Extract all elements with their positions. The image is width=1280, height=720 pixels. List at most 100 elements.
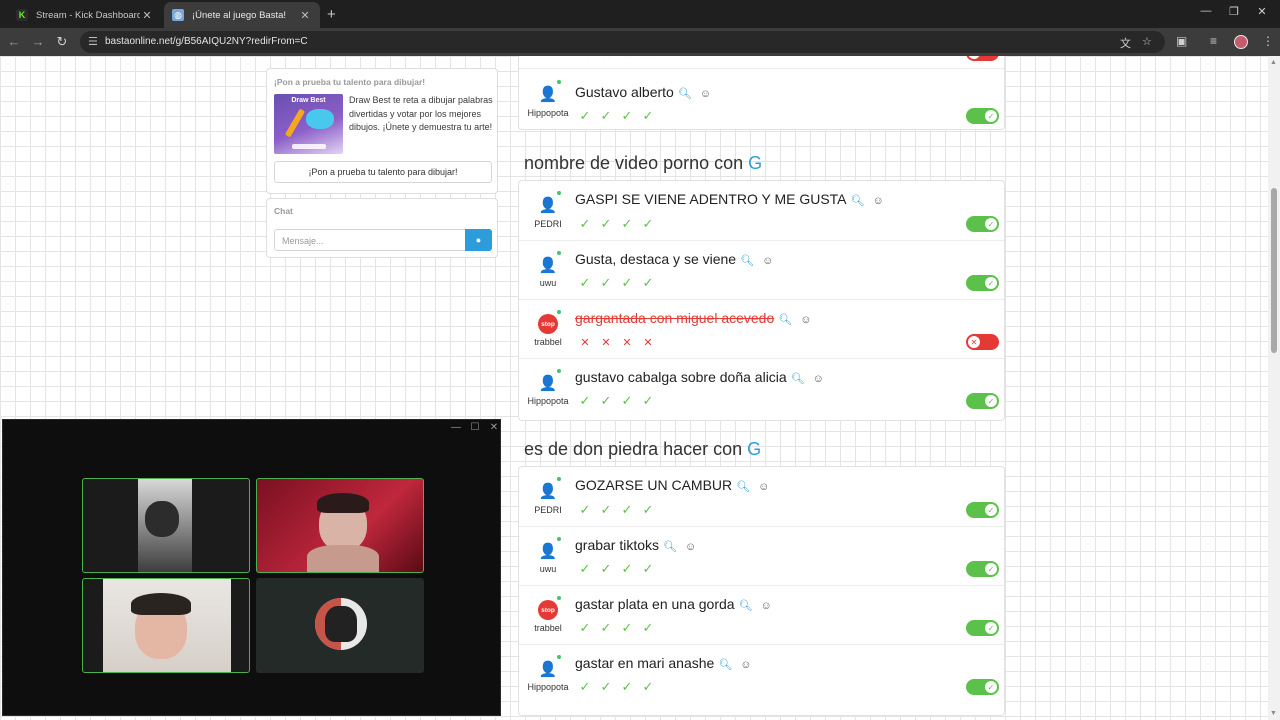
tab-basta[interactable]: ◍ ¡Únete al juego Basta! ✕ — [164, 2, 320, 28]
player-name: trabbel — [534, 337, 562, 347]
participant-video-tile[interactable] — [82, 578, 250, 673]
accept-toggle[interactable]: ✓ — [966, 620, 999, 636]
answer-label: gastar en mari anashe — [575, 655, 715, 671]
smile-icon[interactable]: ☺ — [813, 373, 824, 385]
player-avatar-icon: 👤 — [538, 86, 558, 103]
draw-best-banner[interactable]: Draw Best — [274, 94, 343, 154]
tab-kick-dashboard[interactable]: K Stream - Kick Dashboard ✕ — [8, 2, 162, 28]
scroll-up-icon[interactable]: ▲ — [1270, 59, 1277, 66]
vote-reject-icon: ✕ — [643, 336, 653, 349]
minimize-icon[interactable]: — — [1196, 5, 1216, 17]
votes: ✓ ✓ ✓ ✓ — [577, 561, 656, 577]
page-scrollbar[interactable]: ▲ ▼ — [1268, 56, 1280, 720]
url-text[interactable]: bastaonline.net/g/B56AIQU2NY?redirFrom=C — [105, 36, 308, 47]
scroll-down-icon[interactable]: ▼ — [1270, 710, 1277, 717]
answer-text: Gustavo alberto 🔍︎ ☺ — [575, 84, 711, 100]
chat-message-input[interactable]: Mensaje... — [274, 229, 466, 251]
browser-tabstrip: K Stream - Kick Dashboard ✕ ◍ ¡Únete al … — [0, 0, 1280, 28]
answers-card: 👤 PEDRI GOZARSE UN CAMBUR 🔍︎ ☺ ✓ ✓ ✓ ✓ ✓ 👤… — [518, 466, 1005, 716]
vote-accept-icon: ✓ — [579, 108, 591, 123]
smile-icon[interactable]: ☺ — [762, 255, 773, 267]
search-icon[interactable]: 🔍︎ — [718, 659, 732, 671]
accept-toggle[interactable]: ✕ — [966, 56, 999, 61]
participant-video-tile[interactable] — [256, 578, 424, 673]
accept-toggle[interactable]: ✓ — [966, 216, 999, 232]
online-status-dot — [557, 537, 561, 541]
vote-accept-icon: ✓ — [621, 108, 633, 123]
basta-globe-icon: ◍ — [172, 9, 184, 21]
send-message-button[interactable]: ● — [465, 229, 492, 251]
vote-reject-icon: ✕ — [619, 56, 635, 61]
close-icon[interactable]: ✕ — [298, 9, 312, 22]
accept-toggle[interactable]: ✓ — [966, 679, 999, 695]
votes: ✓ ✓ ✓ ✓ — [577, 502, 656, 518]
media-control-icon[interactable]: ≡ — [1210, 34, 1217, 48]
smile-icon[interactable]: ☺ — [761, 600, 772, 612]
scroll-thumb[interactable] — [1271, 188, 1277, 353]
answer-row: stop trabbel gastar plata en una gorda 🔍︎… — [519, 586, 1004, 645]
accept-toggle[interactable]: ✓ — [966, 561, 999, 577]
maximize-icon[interactable]: ☐ — [468, 422, 482, 433]
answer-row: 👤 PEDRI GOZARSE UN CAMBUR 🔍︎ ☺ ✓ ✓ ✓ ✓ ✓ — [519, 467, 1004, 527]
tab-search-icon[interactable]: ▣ — [1176, 34, 1187, 48]
profile-avatar-icon[interactable] — [1234, 35, 1248, 49]
vote-accept-icon: ✓ — [621, 216, 633, 231]
vote-accept-icon: ✓ — [600, 216, 612, 231]
participant-video-tile[interactable] — [256, 478, 424, 573]
restore-icon[interactable]: ❐ — [1224, 5, 1244, 18]
answer-row: 👤 Hippopota gastar en mari anashe 🔍︎ ☺ ✓ ✓… — [519, 645, 1004, 707]
vote-accept-icon: ✓ — [621, 275, 633, 290]
smile-icon[interactable]: ☺ — [700, 88, 711, 100]
site-info-icon[interactable]: ☰ — [88, 35, 98, 48]
accept-toggle[interactable]: ✓ — [966, 502, 999, 518]
smile-icon[interactable]: ☺ — [873, 195, 884, 207]
search-icon[interactable]: 🔍︎ — [739, 600, 753, 612]
back-arrow-icon[interactable]: ← — [6, 34, 22, 49]
smile-icon[interactable]: ☺ — [685, 541, 696, 553]
forward-arrow-icon[interactable]: → — [30, 34, 46, 49]
answer-row-partial: ✕ ✕ ✕ ✕ ✕ — [519, 56, 1004, 69]
address-bar[interactable]: ☰ bastaonline.net/g/B56AIQU2NY?redirFrom… — [80, 31, 1165, 53]
accept-toggle[interactable]: ✓ — [966, 108, 999, 124]
votes: ✓ ✓ ✓ ✓ — [577, 620, 656, 636]
answer-row: 👤 PEDRI GASPI SE VIENE ADENTRO Y ME GUST… — [519, 181, 1004, 241]
accept-toggle[interactable]: ✓ — [966, 393, 999, 409]
accept-toggle[interactable]: ✓ — [966, 275, 999, 291]
promo-button[interactable]: ¡Pon a prueba tu talento para dibujar! — [274, 161, 492, 183]
bookmark-star-icon[interactable]: ☆ — [1142, 35, 1152, 48]
accept-toggle[interactable]: ✕ — [966, 334, 999, 350]
vote-accept-icon: ✓ — [600, 108, 612, 123]
search-icon[interactable]: 🔍︎ — [740, 255, 754, 267]
chat-title: Chat — [274, 206, 293, 216]
votes: ✓ ✓ ✓ ✓ — [577, 108, 656, 124]
reload-icon[interactable]: ↻ — [54, 34, 70, 50]
category-title: es de don piedra hacer con G — [524, 439, 762, 459]
promo-description: Draw Best te reta a dibujar palabras div… — [349, 95, 493, 132]
smile-icon[interactable]: ☺ — [800, 314, 811, 326]
player-name: PEDRI — [534, 219, 562, 229]
vote-reject-icon: ✕ — [577, 56, 593, 61]
stop-avatar-icon: stop — [538, 600, 558, 620]
translate-icon[interactable]: 文 — [1120, 35, 1131, 51]
vote-accept-icon: ✓ — [600, 502, 612, 517]
player-avatar-icon: 👤 — [538, 661, 558, 678]
votes: ✕ ✕ ✕ ✕ — [577, 334, 656, 350]
participant-video-tile[interactable] — [82, 478, 250, 573]
search-icon[interactable]: 🔍︎ — [736, 481, 750, 493]
close-icon[interactable]: ✕ — [140, 9, 154, 22]
smile-icon[interactable]: ☺ — [758, 481, 769, 493]
search-icon[interactable]: 🔍︎ — [851, 195, 865, 207]
minimize-icon[interactable]: — — [449, 422, 463, 433]
smile-icon[interactable]: ☺ — [740, 659, 751, 671]
close-icon[interactable]: ✕ — [487, 422, 501, 433]
search-icon[interactable]: 🔍︎ — [678, 88, 692, 100]
search-icon[interactable]: 🔍︎ — [791, 373, 805, 385]
browser-menu-icon[interactable]: ⋮ — [1262, 34, 1274, 48]
search-icon[interactable]: 🔍︎ — [778, 314, 792, 326]
search-icon[interactable]: 🔍︎ — [663, 541, 677, 553]
window-close-icon[interactable]: ✕ — [1252, 5, 1272, 18]
promo-image-title: Draw Best — [291, 97, 326, 104]
new-tab-plus-icon[interactable]: + — [327, 6, 336, 23]
answer-text: gustavo cabalga sobre doña alicia 🔍︎ ☺ — [575, 369, 824, 385]
vote-reject-icon: ✕ — [598, 56, 614, 61]
